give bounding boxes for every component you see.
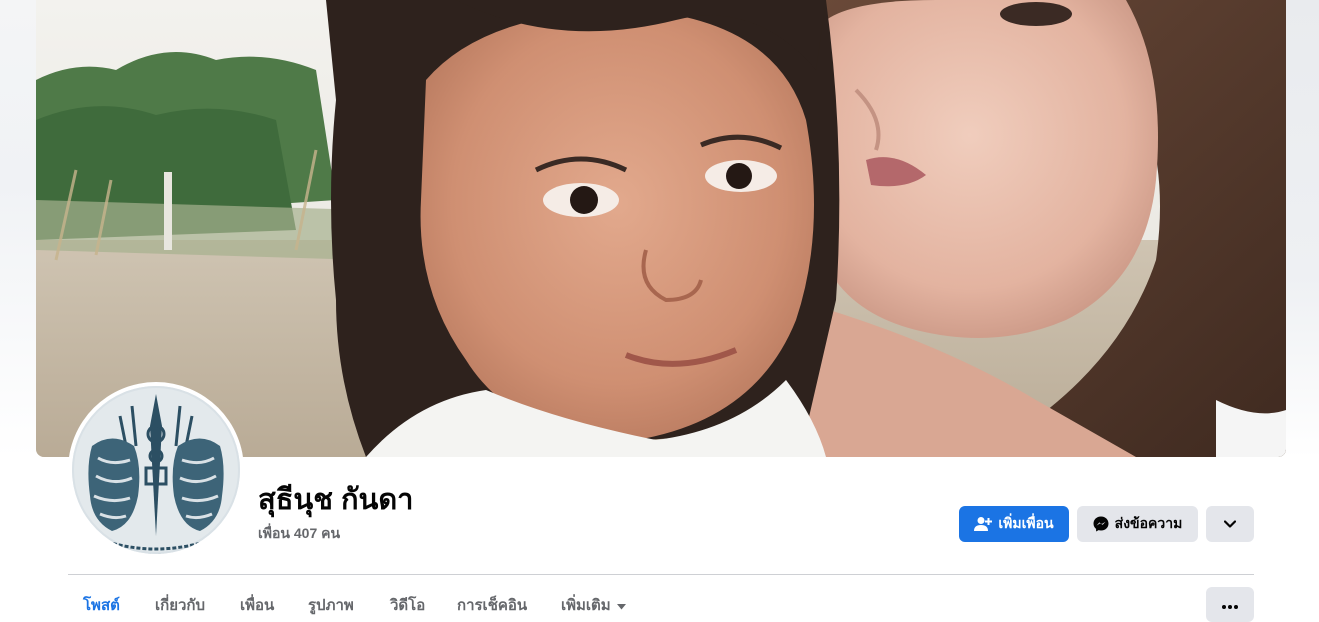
add-friend-button[interactable]: เพิ่มเพื่อน — [959, 506, 1069, 542]
tab-photos[interactable]: รูปภาพ — [308, 590, 354, 620]
avatar[interactable] — [72, 386, 240, 554]
tab-label: รูปภาพ — [308, 597, 354, 614]
tab-check-ins[interactable]: การเช็คอิน — [457, 590, 527, 620]
tab-label: วิดีโอ — [390, 597, 426, 614]
caret-down-icon — [616, 597, 626, 614]
tab-label: การเช็คอิน — [457, 597, 528, 614]
profile-options-button[interactable] — [1206, 587, 1254, 622]
messenger-icon — [1093, 516, 1109, 532]
tab-label: เกี่ยวกับ — [155, 597, 206, 614]
add-friend-label: เพิ่มเพื่อน — [998, 515, 1054, 531]
more-actions-button[interactable] — [1206, 506, 1254, 542]
page-background-right — [1286, 0, 1319, 458]
cover-photo[interactable] — [36, 0, 1286, 457]
ellipsis-icon — [1222, 596, 1238, 614]
tab-posts[interactable]: โพสต์ — [83, 590, 120, 620]
page-background-left — [0, 0, 36, 458]
message-button[interactable]: ส่งข้อความ — [1077, 506, 1198, 542]
tab-label: เพิ่มเติม — [561, 597, 611, 614]
tab-label: โพสต์ — [83, 597, 120, 614]
cover-photo-image — [36, 0, 1286, 457]
friend-count-link[interactable]: เพื่อน 407 คน — [258, 524, 340, 542]
tab-videos[interactable]: วิดีโอ — [390, 590, 425, 620]
profile-name: สุธีนุช กันดา — [258, 484, 414, 516]
person-plus-icon — [974, 516, 993, 532]
tab-more[interactable]: เพิ่มเติม — [561, 590, 626, 620]
chevron-down-icon — [1224, 520, 1236, 528]
sak-yant-tattoo-image — [72, 386, 240, 554]
tab-friends[interactable]: เพื่อน — [240, 590, 274, 620]
profile-page: สุธีนุช กันดา เพื่อน 407 คน เพิ่มเพื่อน … — [0, 0, 1319, 622]
tab-label: เพื่อน — [240, 597, 275, 614]
tab-about[interactable]: เกี่ยวกับ — [155, 590, 205, 620]
message-label: ส่งข้อความ — [1114, 515, 1183, 531]
header-divider — [68, 574, 1254, 575]
